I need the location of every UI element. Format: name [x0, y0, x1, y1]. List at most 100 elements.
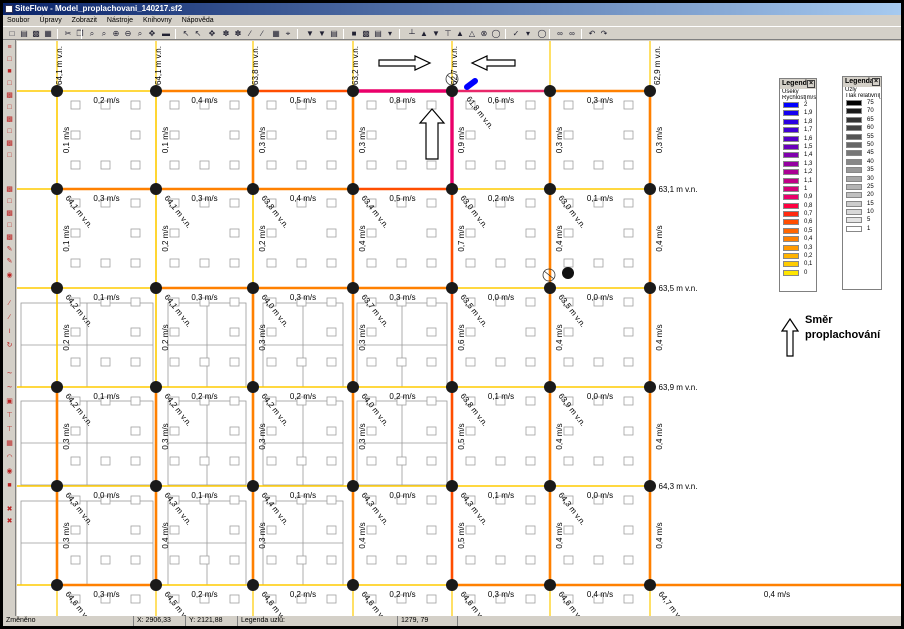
tool-fill-icon[interactable]: ■ — [5, 482, 14, 490]
tank-icon[interactable]: ▲ — [455, 29, 465, 39]
tool-polyline-icon[interactable]: ∕ — [5, 314, 14, 322]
house-symbol — [130, 594, 141, 604]
house-symbol — [426, 456, 437, 466]
table-icon[interactable]: ▩ — [361, 29, 371, 39]
select-arrow-icon[interactable]: ↖ — [181, 29, 191, 39]
legend-label: 15 — [867, 200, 874, 207]
split-tool-icon[interactable]: ∕ — [245, 29, 255, 39]
zoom-previous-icon[interactable]: ⌕ — [135, 29, 145, 39]
tool-curve-icon[interactable]: ≀ — [5, 328, 14, 336]
tool-node-icon[interactable]: ■ — [5, 68, 14, 76]
tool-bend-icon[interactable]: ▩ — [5, 234, 14, 242]
legend-pipe-speed-panel[interactable]: Legenda × Úseky Rychlost[m/s] 2 1,9 1,8 1,7… — [779, 78, 817, 292]
tool-tank-icon[interactable]: □ — [5, 128, 14, 136]
tool-hydrant-icon[interactable]: □ — [5, 104, 14, 112]
pan-icon[interactable]: ✥ — [147, 29, 157, 39]
legend-label: 5 — [867, 217, 871, 224]
tool-contour-icon[interactable]: ∼ — [5, 370, 14, 378]
results-icon[interactable]: ▼ — [317, 29, 327, 39]
tool-pencil-icon[interactable]: ✎ — [5, 258, 14, 266]
pump-icon[interactable]: ▲ — [419, 29, 429, 39]
close-icon[interactable]: × — [807, 80, 815, 88]
calculation-icon[interactable]: ▼ — [305, 29, 315, 39]
undo-icon[interactable]: ↶ — [587, 29, 597, 39]
toolbar-separator — [549, 29, 550, 39]
layers-icon[interactable]: ■ — [349, 29, 359, 39]
menu-knihovny[interactable]: Knihovny — [139, 15, 176, 26]
legend-swatch — [783, 219, 799, 226]
tool-valve-icon[interactable]: ▩ — [5, 92, 14, 100]
pipe-tool-icon[interactable]: ✽ — [233, 29, 243, 39]
tool-reducer-icon[interactable]: ▩ — [5, 210, 14, 218]
house-symbol — [525, 426, 536, 436]
copy-icon[interactable]: ❐ — [75, 29, 85, 39]
tool-mirror-icon[interactable]: ✖ — [5, 506, 14, 514]
map-canvas[interactable]: 0,2 m/s 0,4 m/s 0,5 m/s 0,8 m/s 0,6 m/s 0,3 m… — [17, 41, 901, 616]
tool-select-icon[interactable]: □ — [5, 56, 14, 64]
legend-node-pressure-panel[interactable]: Legenda × Uzly Tlak relativní[m 75706560… — [842, 76, 882, 290]
cut-icon[interactable]: ✂ — [63, 29, 73, 39]
close-icon[interactable]: × — [872, 78, 880, 86]
tool-fitting-icon[interactable]: ▩ — [5, 186, 14, 194]
tool-delete-icon[interactable]: ✖ — [5, 518, 14, 526]
filter-icon[interactable]: ▼ — [431, 29, 441, 39]
report-icon[interactable]: ▤ — [329, 29, 339, 39]
tool-pipe-icon[interactable]: □ — [5, 80, 14, 88]
tool-area-icon[interactable]: ▣ — [5, 398, 14, 406]
menu-napoveda[interactable]: Nápověda — [178, 15, 218, 26]
tee-fitting-icon[interactable]: ┴ — [407, 29, 417, 39]
zoom-all-icon[interactable]: ⌕ — [99, 29, 109, 39]
measure-icon[interactable]: ▬ — [161, 29, 171, 39]
check-icon[interactable]: ✓ — [511, 29, 521, 39]
help-icon[interactable]: ◯ — [537, 29, 547, 39]
grid-tool-icon[interactable]: ▦ — [271, 29, 281, 39]
link-icon[interactable]: ∞ — [555, 29, 565, 39]
valve-icon[interactable]: ⊗ — [479, 29, 489, 39]
menu-soubor[interactable]: Soubor — [3, 15, 34, 26]
pipe-network-drawing[interactable]: 0,2 m/s 0,4 m/s 0,5 m/s 0,8 m/s 0,6 m/s 0,3 m… — [17, 41, 901, 616]
tool-dimension-icon[interactable]: ⊤ — [5, 426, 14, 434]
reservoir-icon[interactable]: △ — [467, 29, 477, 39]
tool-text-icon[interactable]: ⊤ — [5, 412, 14, 420]
tool-palette-icon[interactable]: ◉ — [5, 272, 14, 280]
tool-label-icon[interactable]: ▦ — [5, 440, 14, 448]
tool-cap-icon[interactable]: □ — [5, 222, 14, 230]
house-symbol — [70, 100, 81, 110]
save-icon[interactable]: ▩ — [31, 29, 41, 39]
unlink-icon[interactable]: ∞ — [567, 29, 577, 39]
zoom-in-icon[interactable]: ⊕ — [111, 29, 121, 39]
tool-line-icon[interactable]: ∕ — [5, 300, 14, 308]
hydrant-icon[interactable]: ⊤ — [443, 29, 453, 39]
menu-upravy[interactable]: Úpravy — [36, 15, 66, 26]
dropdown-arrow-icon[interactable]: ▾ — [523, 29, 533, 39]
tool-pump-icon[interactable]: ▩ — [5, 116, 14, 124]
tool-arc-icon[interactable]: ◠ — [5, 454, 14, 462]
print-icon[interactable]: ▦ — [43, 29, 53, 39]
snap-tool-icon[interactable]: ⌖ — [283, 29, 293, 39]
zoom-window-icon[interactable]: ⌕ — [87, 29, 97, 39]
trim-tool-icon[interactable]: ∕ — [257, 29, 267, 39]
node-tool-icon[interactable]: ✽ — [221, 29, 231, 39]
properties-icon[interactable]: ▤ — [373, 29, 383, 39]
tool-meter-icon[interactable]: □ — [5, 152, 14, 160]
house-symbol — [426, 525, 437, 535]
export-icon[interactable]: ▾ — [385, 29, 395, 39]
house-symbol — [525, 357, 536, 367]
tool-rotate-icon[interactable]: ↻ — [5, 342, 14, 350]
tool-tee-icon[interactable]: □ — [5, 198, 14, 206]
zoom-out-icon[interactable]: ⊖ — [123, 29, 133, 39]
tool-edit-icon[interactable]: ✎ — [5, 246, 14, 254]
menu-nastroje[interactable]: Nástroje — [103, 15, 137, 26]
tool-reservoir-icon[interactable]: ▩ — [5, 140, 14, 148]
select-window-icon[interactable]: ↖ — [193, 29, 203, 39]
open-folder-icon[interactable]: ▤ — [19, 29, 29, 39]
tool-color-icon[interactable]: ◉ — [5, 468, 14, 476]
meter-icon[interactable]: ◯ — [491, 29, 501, 39]
tool-surface-icon[interactable]: ∼ — [5, 384, 14, 392]
pipe-speed-label: 0,0 m/s — [488, 293, 514, 302]
redo-icon[interactable]: ↷ — [599, 29, 609, 39]
menu-zobrazit[interactable]: Zobrazit — [68, 15, 101, 26]
new-file-icon[interactable]: □ — [7, 29, 17, 39]
tool-list-icon[interactable]: ≡ — [5, 44, 14, 52]
move-icon[interactable]: ✥ — [207, 29, 217, 39]
